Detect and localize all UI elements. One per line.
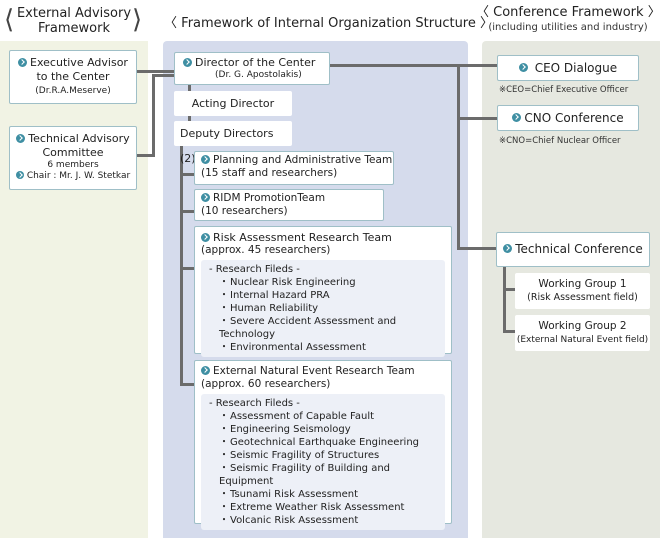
ceo-note: ※CEO=Chief Executive Officer (499, 85, 629, 95)
conference-header-title: Conference Framework (493, 5, 644, 20)
connector-line (457, 247, 497, 250)
executive-advisor-box[interactable]: Executive Advisor to the Center (Dr.R.A.… (9, 50, 137, 104)
research-fields-label: - Research Fileds - (209, 264, 300, 275)
research-field-item: Seismic Fragility of Structures (207, 449, 439, 462)
chevron-right-icon (18, 57, 28, 67)
working-group-title: Working Group 1 (538, 278, 627, 290)
director-box[interactable]: Director of the Center (Dr. G. Apostolak… (174, 52, 330, 85)
connector-line (180, 146, 183, 386)
chevron-right-icon (201, 365, 210, 375)
right-angle-icon: 〉 (647, 5, 660, 20)
committee-chair: Chair : Mr. J. W. Stetkar (26, 171, 131, 181)
chevron-right-icon (518, 63, 528, 72)
chevron-right-icon (16, 133, 26, 143)
research-field-item: Tsunami Risk Assessment (207, 488, 439, 501)
chevron-right-icon (503, 244, 513, 253)
team-size: (10 researchers) (201, 205, 288, 217)
left-angle-icon: 〈 (164, 16, 178, 31)
external-framework-panel (0, 41, 148, 538)
chevron-right-icon (512, 113, 522, 122)
technical-conference-box[interactable]: Technical Conference (496, 232, 650, 267)
team-title: RIDM PromotionTeam (213, 192, 326, 204)
research-fields-panel: - Research Fileds - Assessment of Capabl… (201, 394, 445, 530)
research-field-item: Nuclear Risk Engineering (207, 276, 439, 289)
working-group-field: (Risk Assessment field) (527, 292, 638, 303)
left-angle-icon: 〈 (476, 5, 490, 20)
team-size: (15 staff and researchers) (201, 167, 338, 179)
research-field-item: Human Reliability (207, 302, 439, 315)
working-group-title: Working Group 2 (538, 320, 627, 332)
research-field-item: Assessment of Capable Fault (207, 410, 439, 423)
research-field-item: Internal Hazard PRA (207, 289, 439, 302)
team-title: Planning and Administrative Team (213, 154, 393, 166)
deputy-directors-box[interactable]: Deputy Directors (2) (174, 121, 292, 165)
cno-conference-box[interactable]: CNO Conference (497, 105, 639, 131)
research-field-item: Engineering Seismology (207, 423, 439, 436)
team-title: Risk Assessment Research Team (213, 231, 392, 244)
chevron-right-icon (183, 57, 192, 67)
research-fields-panel: - Research Fileds - Nuclear Risk Enginee… (201, 260, 445, 357)
executive-advisor-subtitle: to the Center (36, 70, 110, 83)
connector-line (503, 288, 515, 291)
chevron-right-icon (201, 192, 210, 202)
left-bracket-icon: ⟨ (4, 5, 15, 35)
acting-director-label: Acting Director (191, 97, 275, 110)
committee-title: Technical Advisory (28, 132, 130, 145)
external-header: ⟨ External Advisory Framework ⟩ (4, 4, 146, 38)
team-size: (approx. 60 researchers) (201, 378, 331, 390)
connector-line (503, 266, 506, 333)
internal-header-title: Framework of Internal Organization Struc… (181, 16, 476, 31)
chevron-right-icon (201, 154, 210, 164)
connector-line (136, 154, 155, 157)
team-risk-assessment-box[interactable]: Risk Assessment Research Team (approx. 4… (194, 226, 452, 357)
chevron-right-icon (15, 170, 24, 179)
committee-members: 6 members (47, 160, 99, 170)
executive-advisor-name: (Dr.R.A.Meserve) (35, 86, 111, 96)
connector-line (180, 210, 195, 213)
ceo-dialogue-title: CEO Dialogue (534, 61, 618, 75)
working-group-field: (External Natural Event field) (516, 335, 649, 345)
external-header-line1: External Advisory (16, 6, 132, 21)
connector-line (136, 70, 177, 73)
research-fields-label: - Research Fileds - (209, 398, 300, 409)
connector-line (180, 173, 195, 176)
executive-advisor-title: Executive Advisor (30, 56, 128, 69)
working-group-2-box[interactable]: Working Group 2 (External Natural Event … (515, 315, 650, 351)
connector-line (152, 74, 155, 157)
ceo-dialogue-box[interactable]: CEO Dialogue (497, 55, 639, 81)
research-field-item: Extreme Weather Risk Assessment (207, 501, 439, 514)
connector-line (503, 330, 515, 333)
chevron-right-icon (201, 232, 210, 242)
connector-line (457, 64, 460, 250)
cno-conference-title: CNO Conference (524, 111, 624, 125)
external-header-line2: Framework (38, 21, 110, 36)
director-title: Director of the Center (195, 56, 316, 69)
team-size: (approx. 45 researchers) (201, 244, 331, 256)
connector-line (329, 64, 497, 67)
technical-conference-title: Technical Conference (515, 242, 643, 256)
team-planning-box[interactable]: Planning and Administrative Team (15 sta… (194, 151, 394, 185)
right-bracket-icon: ⟩ (132, 5, 143, 35)
research-field-item: Severe Accident Assessment and Technolog… (207, 315, 439, 341)
team-ridm-box[interactable]: RIDM PromotionTeam (10 researchers) (194, 189, 384, 221)
research-field-item: Seismic Fragility of Building and Equipm… (207, 462, 439, 488)
connector-line (180, 267, 195, 270)
research-field-item: Geotechnical Earthquake Engineering (207, 436, 439, 449)
team-title: External Natural Event Research Team (213, 365, 415, 377)
research-field-item: Volcanic Risk Assessment (207, 514, 439, 527)
technical-advisory-committee-box[interactable]: Technical Advisory Committee 6 members C… (9, 126, 137, 190)
team-external-natural-event-box[interactable]: External Natural Event Research Team (ap… (194, 360, 452, 530)
committee-subtitle: Committee (42, 146, 104, 159)
connector-line (180, 383, 195, 386)
internal-header: 〈 Framework of Internal Organization Str… (164, 12, 493, 31)
connector-line (457, 117, 497, 120)
conference-header: 〈 Conference Framework 〉 (including util… (476, 5, 660, 35)
working-group-1-box[interactable]: Working Group 1 (Risk Assessment field) (515, 273, 650, 309)
acting-director-box[interactable]: Acting Director (174, 91, 292, 116)
conference-header-subtitle: (including utilities and industry) (488, 22, 648, 33)
research-field-item: Environmental Assessment (207, 341, 439, 354)
cno-note: ※CNO=Chief Nuclear Officer (499, 136, 621, 146)
director-name: (Dr. G. Apostolakis) (215, 70, 302, 80)
